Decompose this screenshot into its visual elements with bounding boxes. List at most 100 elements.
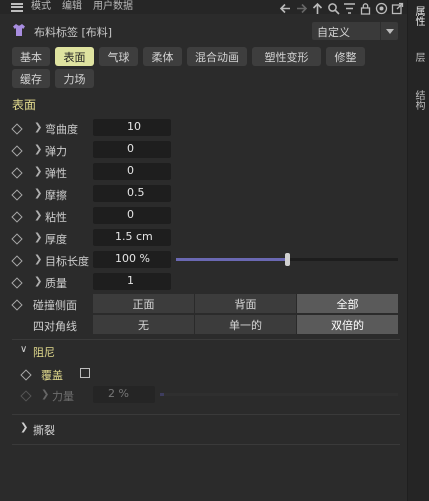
mass-input[interactable]: 1 (93, 273, 171, 290)
chevron-right-icon[interactable]: ❯ (34, 188, 42, 199)
tab-plastic-deform[interactable]: 塑性变形 (252, 47, 321, 66)
collision-all-option[interactable]: 全部 (297, 294, 398, 313)
keyframe-diamond-icon[interactable] (11, 189, 23, 201)
side-tab-attributes[interactable]: 属性 (413, 6, 426, 26)
target-length-slider[interactable] (176, 253, 398, 266)
slider-handle[interactable] (285, 253, 290, 266)
tab-softbody[interactable]: 柔体 (143, 47, 182, 66)
tab-basic[interactable]: 基本 (12, 47, 50, 66)
property-row-target-length: ❯ 目标长度 100 % (0, 250, 407, 272)
keyframe-diamond-icon (20, 390, 32, 402)
force-input: 2 % (93, 386, 155, 403)
property-label: 弹力 (45, 145, 67, 158)
collision-back-option[interactable]: 背面 (195, 294, 297, 313)
chevron-right-icon[interactable]: ❯ (34, 276, 42, 287)
menu-mode[interactable]: 模式 (31, 1, 51, 13)
field-value: 1 (127, 274, 134, 287)
hamburger-menu-icon[interactable] (11, 2, 23, 12)
viscosity-input[interactable]: 0 (93, 207, 171, 224)
tear-title: 撕裂 (33, 424, 55, 437)
property-row-thickness: ❯ 厚度 1.5 cm (0, 228, 407, 250)
chevron-right-icon: ❯ (41, 389, 50, 400)
keyframe-diamond-icon[interactable] (11, 145, 23, 157)
divider (12, 414, 400, 415)
property-label: 弹性 (45, 167, 67, 180)
keyframe-diamond-icon[interactable] (20, 369, 32, 381)
chevron-right-icon[interactable]: ❯ (34, 254, 42, 265)
diagonal-selector: 无 单一的 双倍的 (93, 315, 398, 334)
object-header: 布料标签 [布料] 自定义 (0, 20, 407, 44)
section-title: 表面 (12, 98, 37, 112)
object-title: 布料标签 [布料] (34, 26, 113, 39)
property-label: 摩擦 (45, 189, 67, 202)
tab-cache[interactable]: 缓存 (12, 69, 50, 88)
side-tab-structure[interactable]: 结构 (413, 90, 426, 110)
tab-balloon[interactable]: 气球 (99, 47, 138, 66)
tab-force-field[interactable]: 力场 (55, 69, 94, 88)
keyframe-diamond-icon[interactable] (11, 233, 23, 245)
back-arrow-icon[interactable] (277, 0, 293, 16)
cloth-tag-icon (13, 24, 25, 36)
property-label: 粘性 (45, 211, 67, 224)
tab-mix-animation[interactable]: 混合动画 (187, 47, 247, 66)
menu-edit[interactable]: 编辑 (62, 1, 82, 13)
keyframe-diamond-icon[interactable] (11, 167, 23, 179)
keyframe-diamond-icon[interactable] (11, 211, 23, 223)
chevron-down-icon[interactable]: ∨ (20, 344, 27, 355)
toolbar (277, 0, 405, 16)
keyframe-diamond-icon[interactable] (11, 255, 23, 267)
chevron-right-icon[interactable]: ❯ (34, 144, 42, 155)
damping-group-header[interactable]: ∨ 阻尼 (0, 342, 407, 362)
field-value: 0.5 (127, 186, 145, 199)
diagonal-label: 四对角线 (33, 320, 77, 333)
property-row-override: 覆盖 (0, 364, 407, 386)
diagonal-double-option[interactable]: 双倍的 (297, 315, 398, 334)
thickness-input[interactable]: 1.5 cm (93, 229, 171, 246)
diagonal-none-option[interactable]: 无 (93, 315, 195, 334)
preset-dropdown[interactable]: 自定义 (312, 22, 398, 40)
chevron-right-icon[interactable]: ❯ (20, 422, 28, 433)
diagonal-single-option[interactable]: 单一的 (195, 315, 297, 334)
lock-icon[interactable] (357, 0, 373, 16)
tear-group-header[interactable]: ❯ 撕裂 (0, 420, 407, 440)
elasticity-input[interactable]: 0 (93, 163, 171, 180)
forward-arrow-icon[interactable] (293, 0, 309, 16)
filter-icon[interactable] (341, 0, 357, 16)
target-icon[interactable] (373, 0, 389, 16)
menu-user-data[interactable]: 用户数据 (93, 1, 133, 13)
tab-surface[interactable]: 表面 (55, 47, 94, 66)
chevron-right-icon[interactable]: ❯ (34, 210, 42, 221)
field-value: 2 % (108, 387, 129, 400)
divider (12, 444, 400, 445)
field-value: 1.5 cm (115, 230, 153, 243)
chevron-right-icon[interactable]: ❯ (34, 232, 42, 243)
keyframe-diamond-icon[interactable] (11, 299, 23, 311)
field-value: 0 (127, 208, 134, 221)
chevron-right-icon[interactable]: ❯ (34, 166, 42, 177)
override-checkbox[interactable] (80, 368, 90, 378)
bend-input[interactable]: 10 (93, 119, 171, 136)
slider-fill (160, 393, 164, 396)
keyframe-diamond-icon[interactable] (11, 277, 23, 289)
up-arrow-icon[interactable] (309, 0, 325, 16)
chevron-right-icon[interactable]: ❯ (34, 122, 42, 133)
collision-front-option[interactable]: 正面 (93, 294, 195, 313)
field-value: 0 (127, 142, 134, 155)
new-window-icon[interactable] (389, 0, 405, 16)
friction-input[interactable]: 0.5 (93, 185, 171, 202)
target-length-input[interactable]: 100 % (93, 251, 171, 268)
property-row-collision-side: 碰撞侧面 正面 背面 全部 (0, 294, 407, 316)
force-label: 力量 (52, 390, 74, 403)
keyframe-diamond-icon[interactable] (11, 123, 23, 135)
property-row-diagonal: 四对角线 无 单一的 双倍的 (0, 315, 407, 337)
chevron-down-icon[interactable] (380, 22, 398, 40)
field-value: 10 (127, 120, 141, 133)
property-row-force: ❯ 力量 2 % (0, 385, 407, 407)
stiffness-input[interactable]: 0 (93, 141, 171, 158)
side-tab-layers[interactable]: 层 (413, 52, 426, 62)
search-icon[interactable] (325, 0, 341, 16)
side-panel-tabs: 属性 层 结构 (407, 0, 429, 501)
collision-side-selector: 正面 背面 全部 (93, 294, 398, 313)
tab-trim[interactable]: 修整 (326, 47, 365, 66)
field-value: 100 % (115, 252, 150, 265)
